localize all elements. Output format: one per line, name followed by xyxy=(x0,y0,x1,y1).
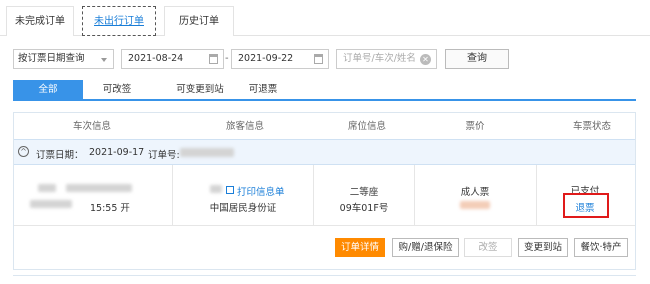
clear-icon[interactable]: ✕ xyxy=(420,54,431,65)
tab-history-orders[interactable]: 历史订单 xyxy=(164,6,234,36)
header-train-info: 车次信息 xyxy=(72,121,111,132)
column-divider xyxy=(313,165,314,225)
refund-link[interactable]: 退票 xyxy=(562,200,608,214)
header-ticket-status: 车票状态 xyxy=(572,121,611,132)
subtab-change-station[interactable]: 可变更到站 xyxy=(155,80,245,100)
subtab-changeable[interactable]: 可改签 xyxy=(92,80,142,100)
id-type: 中国居民身份证 xyxy=(209,203,277,214)
seat-number: 09车01F号 xyxy=(339,203,389,214)
date-redacted xyxy=(30,200,72,208)
end-date-value: 2021-09-22 xyxy=(238,53,294,64)
order-number-redacted xyxy=(180,148,234,157)
query-button[interactable]: 查询 xyxy=(445,49,509,69)
tab-unfinished-orders[interactable]: 未完成订单 xyxy=(6,6,74,36)
calendar-icon[interactable] xyxy=(314,54,323,64)
row-footer-divider xyxy=(14,225,635,226)
end-date-input[interactable]: 2021-09-22 xyxy=(231,49,329,69)
print-info-link[interactable]: 打印信息单 xyxy=(237,184,285,198)
query-type-value: 按订票日期查询 xyxy=(18,53,85,64)
booking-date: 2021-09-17 xyxy=(89,147,145,158)
change-ticket-button[interactable]: 改签 xyxy=(464,238,512,257)
order-number-label: 订单号: xyxy=(148,150,180,161)
date-separator: - xyxy=(225,53,229,64)
column-divider xyxy=(536,165,537,225)
order-detail-button[interactable]: 订单详情 xyxy=(335,238,385,257)
station-redacted xyxy=(66,184,132,192)
print-icon[interactable] xyxy=(226,186,234,194)
subtab-all[interactable]: 全部 xyxy=(13,80,83,100)
table-bottom-border xyxy=(13,275,636,276)
search-placeholder: 订单号/车次/姓名 xyxy=(343,53,416,64)
passenger-name-redacted xyxy=(210,185,222,193)
tab-upcoming-orders[interactable]: 未出行订单 xyxy=(82,6,156,36)
column-divider xyxy=(414,165,415,225)
train-number-redacted xyxy=(38,184,56,192)
subtab-underline xyxy=(13,99,636,101)
query-type-select[interactable]: 按订票日期查询 xyxy=(13,49,114,69)
insurance-button[interactable]: 购/赠/退保险 xyxy=(392,238,459,257)
change-station-button[interactable]: 变更到站 xyxy=(518,238,568,257)
header-passenger-info: 旅客信息 xyxy=(225,121,264,132)
subtab-refundable[interactable]: 可退票 xyxy=(235,80,291,100)
chevron-down-icon xyxy=(101,58,107,62)
header-seat-info: 席位信息 xyxy=(347,121,386,132)
booking-date-label: 订票日期： xyxy=(36,150,84,161)
search-input[interactable]: 订单号/车次/姓名 ✕ xyxy=(336,49,437,69)
collapse-icon[interactable]: ^ xyxy=(18,146,29,157)
ticket-price-redacted xyxy=(460,201,490,209)
departure-time: 15:55 开 xyxy=(90,203,130,214)
column-divider xyxy=(172,165,173,225)
ticket-type: 成人票 xyxy=(460,187,490,198)
start-date-value: 2021-08-24 xyxy=(128,53,184,64)
seat-class: 二等座 xyxy=(349,187,379,198)
start-date-input[interactable]: 2021-08-24 xyxy=(121,49,224,69)
food-button[interactable]: 餐饮·特产 xyxy=(574,238,628,257)
header-price: 票价 xyxy=(465,121,485,132)
calendar-icon[interactable] xyxy=(209,54,218,64)
